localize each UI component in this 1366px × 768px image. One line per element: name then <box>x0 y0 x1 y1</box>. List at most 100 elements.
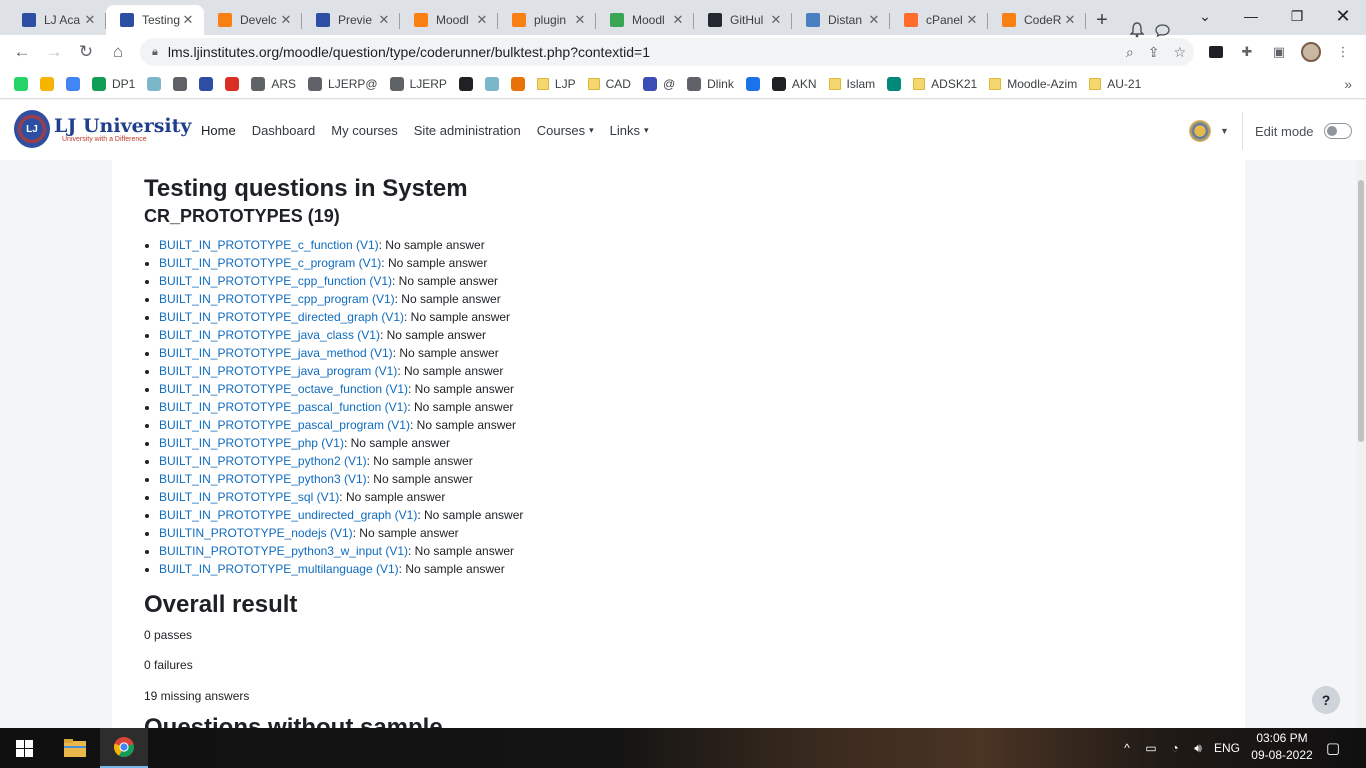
nav-link-home[interactable]: Home <box>193 100 244 160</box>
close-window-button[interactable]: ✕ <box>1320 0 1366 32</box>
browser-tab[interactable]: Previe ✕ <box>302 5 400 35</box>
question-link[interactable]: BUILT_IN_PROTOTYPE_python3 (V1) <box>159 472 367 486</box>
notification-center-icon[interactable]: ▢ <box>1322 728 1344 768</box>
bookmark-item[interactable]: Moodle-Azim <box>983 71 1083 97</box>
nav-link-site-administration[interactable]: Site administration <box>406 100 529 160</box>
taskbar-clock[interactable]: 03:06 PM 09-08-2022 <box>1246 730 1318 764</box>
back-icon[interactable]: ← <box>6 38 38 66</box>
bookmark-item[interactable]: AKN <box>766 71 823 97</box>
close-tab-icon[interactable]: ✕ <box>768 12 784 28</box>
close-tab-icon[interactable]: ✕ <box>964 12 980 28</box>
browser-tab[interactable]: Testing ✕ <box>106 5 204 35</box>
notifications-bell-icon[interactable] <box>1130 22 1144 38</box>
bookmark-item[interactable] <box>740 71 766 97</box>
address-bar[interactable]: 🔒︎ lms.ljinstitutes.org/moodle/question/… <box>140 38 1194 66</box>
bookmark-item[interactable] <box>453 71 479 97</box>
wifi-icon[interactable]: ◔ <box>1164 741 1186 755</box>
nav-link-dashboard[interactable]: Dashboard <box>244 100 324 160</box>
bookmark-item[interactable] <box>8 71 34 97</box>
bookmark-item[interactable] <box>34 71 60 97</box>
bookmark-star-icon[interactable]: ☆ <box>1173 44 1186 61</box>
nav-link-my-courses[interactable]: My courses <box>323 100 405 160</box>
restore-button[interactable]: ❐ <box>1274 0 1320 32</box>
question-link[interactable]: BUILT_IN_PROTOTYPE_cpp_function (V1) <box>159 274 392 288</box>
bookmark-item[interactable]: LJERP <box>384 71 453 97</box>
chrome-menu-icon[interactable]: ⋮ <box>1330 39 1356 65</box>
share-icon[interactable]: ⇪ <box>1148 44 1160 61</box>
messages-chat-icon[interactable] <box>1155 24 1170 37</box>
browser-tab[interactable]: Develc ✕ <box>204 5 302 35</box>
question-link[interactable]: BUILT_IN_PROTOTYPE_pascal_function (V1) <box>159 400 407 414</box>
bookmark-item[interactable]: Islam <box>823 71 882 97</box>
question-link[interactable]: BUILT_IN_PROTOTYPE_octave_function (V1) <box>159 382 408 396</box>
new-tab-button[interactable]: + <box>1086 5 1118 35</box>
volume-icon[interactable]: 🔊︎ <box>1186 741 1210 756</box>
question-link[interactable]: BUILT_IN_PROTOTYPE_java_program (V1) <box>159 364 397 378</box>
nav-link-links[interactable]: Links ▾ <box>602 100 657 160</box>
question-link[interactable]: BUILT_IN_PROTOTYPE_undirected_graph (V1) <box>159 508 417 522</box>
question-link[interactable]: BUILT_IN_PROTOTYPE_sql (V1) <box>159 490 339 504</box>
bookmark-item[interactable]: DP1 <box>86 71 141 97</box>
close-tab-icon[interactable]: ✕ <box>278 12 294 28</box>
profile-avatar[interactable] <box>1298 39 1324 65</box>
side-panel-icon[interactable]: ▣ <box>1266 39 1292 65</box>
browser-tab[interactable]: LJ Aca ✕ <box>8 5 106 35</box>
close-tab-icon[interactable]: ✕ <box>1062 12 1078 28</box>
close-tab-icon[interactable]: ✕ <box>866 12 882 28</box>
nav-link-courses[interactable]: Courses ▾ <box>529 100 602 160</box>
close-tab-icon[interactable]: ✕ <box>82 12 98 28</box>
bookmark-item[interactable] <box>167 71 193 97</box>
bookmark-item[interactable]: LJP <box>531 71 582 97</box>
browser-tab[interactable]: Distan ✕ <box>792 5 890 35</box>
bookmark-item[interactable] <box>141 71 167 97</box>
page-scrollbar[interactable] <box>1356 160 1366 728</box>
home-icon[interactable]: ⌂ <box>102 38 134 66</box>
question-link[interactable]: BUILT_IN_PROTOTYPE_java_class (V1) <box>159 328 380 342</box>
windows-start-icon[interactable] <box>0 728 48 768</box>
browser-tab[interactable]: GitHul ✕ <box>694 5 792 35</box>
bookmark-item[interactable]: ADSK21 <box>907 71 983 97</box>
bookmark-item[interactable]: CAD <box>582 71 637 97</box>
bookmark-item[interactable]: ARS <box>245 71 302 97</box>
bookmark-item[interactable] <box>60 71 86 97</box>
browser-tab[interactable]: plugin ✕ <box>498 5 596 35</box>
close-tab-icon[interactable]: ✕ <box>670 12 686 28</box>
question-link[interactable]: BUILT_IN_PROTOTYPE_pascal_program (V1) <box>159 418 410 432</box>
reload-icon[interactable]: ↻ <box>70 38 102 66</box>
browser-tab[interactable]: Moodl ✕ <box>596 5 694 35</box>
edit-mode-control[interactable]: Edit mode <box>1242 112 1352 150</box>
question-link[interactable]: BUILT_IN_PROTOTYPE_directed_graph (V1) <box>159 310 404 324</box>
forward-icon[interactable]: → <box>38 38 70 66</box>
bookmark-item[interactable]: @ <box>637 71 681 97</box>
chrome-taskbar-icon[interactable] <box>100 728 148 768</box>
bookmark-item[interactable] <box>479 71 505 97</box>
close-tab-icon[interactable]: ✕ <box>572 12 588 28</box>
question-link[interactable]: BUILT_IN_PROTOTYPE_multilanguage (V1) <box>159 562 399 576</box>
file-explorer-icon[interactable] <box>51 728 99 768</box>
question-link[interactable]: BUILT_IN_PROTOTYPE_python2 (V1) <box>159 454 367 468</box>
bookmark-item[interactable] <box>193 71 219 97</box>
browser-tab[interactable]: Moodl ✕ <box>400 5 498 35</box>
help-button[interactable]: ? <box>1312 686 1340 714</box>
bookmark-item[interactable] <box>505 71 531 97</box>
zoom-search-icon[interactable]: ⌕ <box>1126 44 1134 61</box>
more-bookmarks-icon[interactable]: » <box>1344 69 1352 99</box>
close-tab-icon[interactable]: ✕ <box>376 12 392 28</box>
question-link[interactable]: BUILT_IN_PROTOTYPE_cpp_program (V1) <box>159 292 395 306</box>
lock-icon[interactable]: 🔒︎ <box>152 46 158 59</box>
question-link[interactable]: BUILTIN_PROTOTYPE_nodejs (V1) <box>159 526 353 540</box>
edit-mode-toggle[interactable] <box>1323 123 1352 139</box>
language-indicator[interactable]: ENG <box>1210 741 1244 755</box>
question-link[interactable]: BUILT_IN_PROTOTYPE_c_program (V1) <box>159 256 381 270</box>
bookmark-item[interactable] <box>881 71 907 97</box>
question-link[interactable]: BUILT_IN_PROTOTYPE_php (V1) <box>159 436 344 450</box>
show-hidden-icons-icon[interactable]: ^ <box>1116 741 1138 755</box>
question-link[interactable]: BUILT_IN_PROTOTYPE_java_method (V1) <box>159 346 393 360</box>
site-logo[interactable]: LJ LJ University University with a Diffe… <box>14 110 191 148</box>
scrollbar-thumb[interactable] <box>1358 180 1364 442</box>
minimize-button[interactable]: — <box>1228 0 1274 32</box>
battery-icon[interactable]: ▭ <box>1138 741 1164 755</box>
close-tab-icon[interactable]: ✕ <box>180 12 196 28</box>
browser-tab[interactable]: cPanel ✕ <box>890 5 988 35</box>
bookmark-item[interactable] <box>219 71 245 97</box>
